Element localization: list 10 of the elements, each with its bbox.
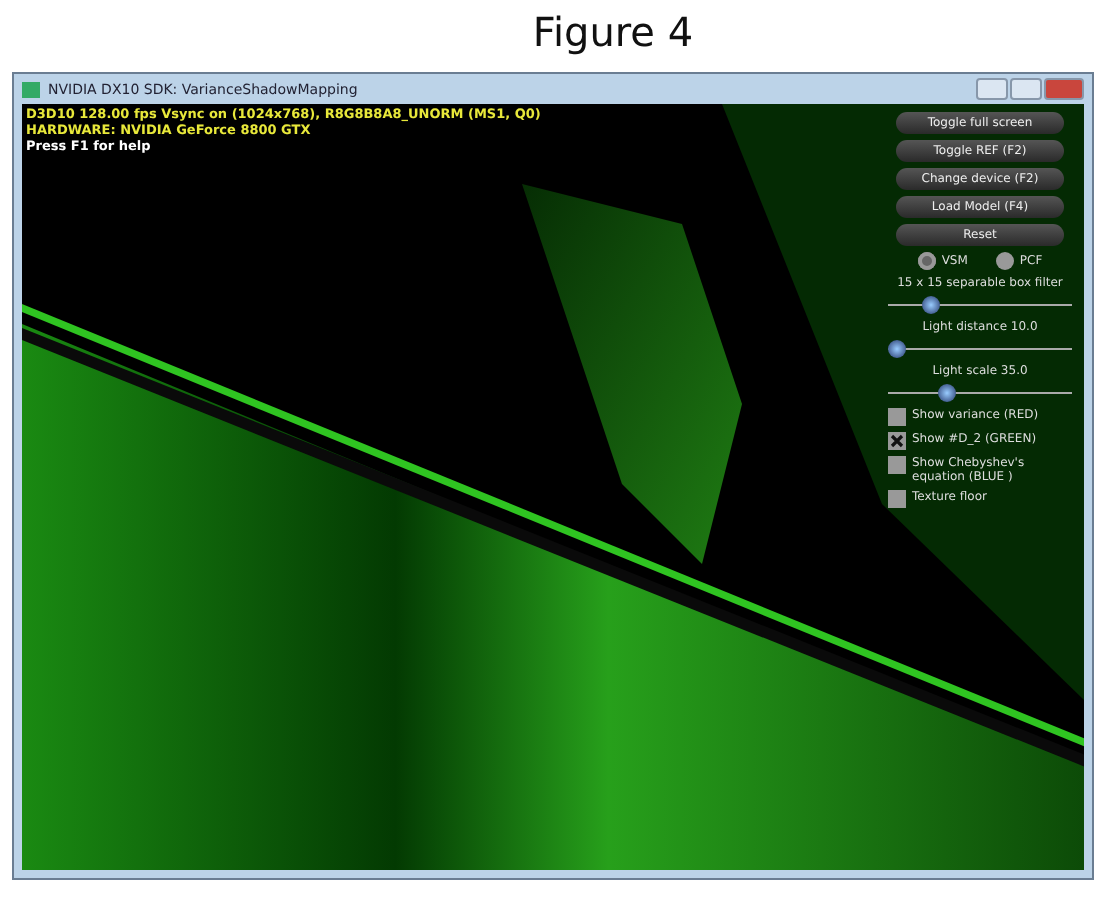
slider-track[interactable]: [888, 340, 1072, 358]
app-icon: [22, 81, 40, 97]
slider-track[interactable]: [888, 384, 1072, 402]
slider-track[interactable]: [888, 296, 1072, 314]
figure-caption: Figure 4: [532, 8, 694, 60]
cross-icon: [890, 434, 904, 448]
checkbox[interactable]: [888, 432, 906, 450]
checkbox[interactable]: [888, 456, 906, 474]
checkbox[interactable]: [888, 490, 906, 508]
checkbox[interactable]: [888, 408, 906, 426]
